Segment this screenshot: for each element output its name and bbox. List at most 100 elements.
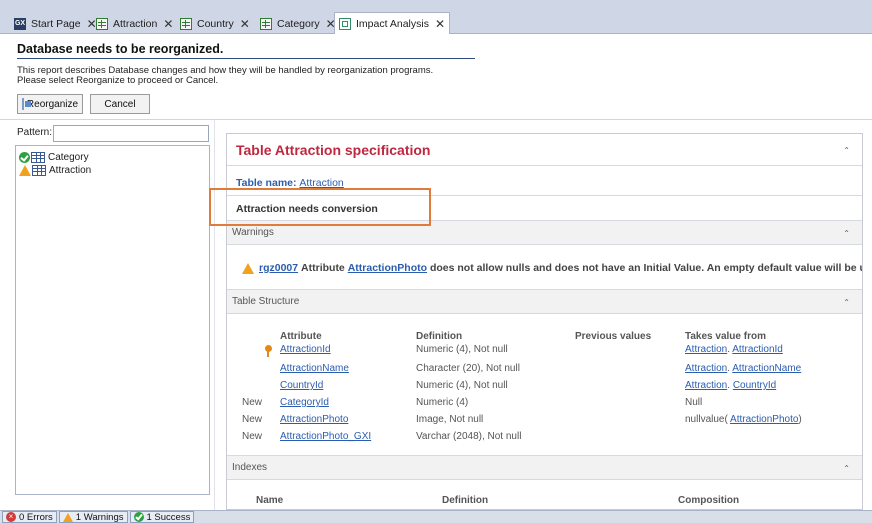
success-icon xyxy=(19,151,30,163)
column-header-previous-values: Previous values xyxy=(575,331,652,342)
definition-cell: Varchar (2048), Not null xyxy=(416,431,522,442)
transaction-grid-icon xyxy=(96,18,108,30)
attribute-link[interactable]: AttractionPhoto xyxy=(730,414,798,425)
success-count: 1 Success xyxy=(146,511,191,523)
tab-start-page[interactable]: GX Start Page ✕ xyxy=(10,14,101,34)
new-badge: New xyxy=(242,414,263,425)
warning-icon xyxy=(62,512,73,522)
column-header-name: Name xyxy=(256,495,284,506)
title-underline xyxy=(17,58,475,59)
tree-item-label: Attraction xyxy=(49,164,92,176)
takes-value-cell: Attraction. CountryId xyxy=(685,380,777,391)
collapse-icon[interactable]: ⌃ xyxy=(843,298,850,307)
indexes-section-header[interactable]: Indexes ⌃ xyxy=(227,455,862,480)
collapse-icon[interactable]: ⌃ xyxy=(843,146,850,155)
errors-filter[interactable]: × 0 Errors xyxy=(2,511,57,523)
takes-value-cell: Null xyxy=(685,397,703,408)
attribute-link[interactable]: CountryId xyxy=(733,380,776,391)
attribute-link[interactable]: AttractionId xyxy=(280,344,331,355)
cancel-button[interactable]: Cancel xyxy=(90,94,150,114)
warning-icon xyxy=(19,164,31,176)
attribute-link[interactable]: AttractionPhoto xyxy=(280,414,348,425)
impact-analysis-icon xyxy=(339,17,351,30)
collapse-icon[interactable]: ⌃ xyxy=(843,464,850,473)
collapse-icon[interactable]: ⌃ xyxy=(843,229,850,238)
error-icon: × xyxy=(6,512,16,522)
attribute-link[interactable]: AttractionPhoto_GXI xyxy=(280,431,371,442)
definition-cell: Character (20), Not null xyxy=(416,363,520,374)
table-link[interactable]: Attraction xyxy=(685,344,727,355)
button-label: Reorganize xyxy=(26,98,79,110)
attribute-link[interactable]: AttractionId xyxy=(732,344,783,355)
tab-label: Country xyxy=(197,18,234,30)
close-icon[interactable]: ✕ xyxy=(163,17,173,31)
button-label: Cancel xyxy=(104,98,136,110)
column-header-definition: Definition xyxy=(442,495,489,506)
spec-header: Table Attraction specification ⌃ xyxy=(227,134,862,166)
reorganize-button[interactable]: Reorganize xyxy=(17,94,83,114)
warnings-section-header[interactable]: Warnings ⌃ xyxy=(227,220,862,245)
column-header-takes-value-from: Takes value from xyxy=(685,331,766,342)
tab-label: Start Page xyxy=(31,18,81,30)
pattern-input[interactable] xyxy=(53,125,209,142)
table-structure-section-header[interactable]: Table Structure ⌃ xyxy=(227,289,862,314)
object-tree: Category Attraction xyxy=(15,145,210,495)
reorganize-icon xyxy=(21,98,31,110)
new-badge: New xyxy=(242,397,263,408)
tab-impact-analysis[interactable]: Impact Analysis ✕ xyxy=(334,12,451,34)
section-label: Indexes xyxy=(232,462,268,473)
table-link[interactable]: Attraction xyxy=(685,363,727,374)
conversion-note: Attraction needs conversion xyxy=(236,203,378,215)
tab-label: Impact Analysis xyxy=(356,17,429,30)
attribute-link[interactable]: AttractionName xyxy=(280,363,349,374)
table-link[interactable]: Attraction xyxy=(685,380,727,391)
tab-attraction[interactable]: Attraction ✕ xyxy=(92,14,177,34)
warnings-filter[interactable]: 1 Warnings xyxy=(58,511,128,523)
panel-splitter[interactable] xyxy=(214,120,215,510)
table-name-link[interactable]: Attraction xyxy=(299,177,343,189)
primary-key-icon xyxy=(265,345,272,357)
close-icon[interactable]: ✕ xyxy=(240,17,250,31)
definition-cell: Numeric (4), Not null xyxy=(416,380,508,391)
warning-message: rgz0007 Attribute AttractionPhoto does n… xyxy=(242,262,863,274)
tree-item-attraction[interactable]: Attraction xyxy=(19,164,91,176)
table-name-label: Table name: xyxy=(236,177,297,189)
function-text: nullvalue( xyxy=(685,414,728,425)
close-icon[interactable]: ✕ xyxy=(435,17,445,31)
section-label: Table Structure xyxy=(232,296,300,307)
spec-title: Table Attraction specification xyxy=(236,142,431,158)
warnings-count: 1 Warnings xyxy=(75,511,124,523)
attribute-link[interactable]: CategoryId xyxy=(280,397,329,408)
attribute-link[interactable]: CountryId xyxy=(280,380,323,391)
tree-item-category[interactable]: Category xyxy=(19,151,89,163)
success-filter[interactable]: 1 Success xyxy=(129,511,195,523)
tree-item-label: Category xyxy=(48,151,89,163)
new-badge: New xyxy=(242,431,263,442)
column-header-definition: Definition xyxy=(416,331,463,342)
table-icon xyxy=(32,164,46,176)
tab-label: Attraction xyxy=(113,18,158,30)
tab-category[interactable]: Category ✕ xyxy=(256,14,340,34)
transaction-grid-icon xyxy=(180,18,192,30)
divider xyxy=(0,119,872,120)
tab-country[interactable]: Country ✕ xyxy=(176,14,254,34)
takes-value-cell: Attraction. AttractionId xyxy=(685,344,783,355)
warning-text: Attribute xyxy=(301,262,345,274)
takes-value-cell: nullvalue( AttractionPhoto) xyxy=(685,414,802,425)
warning-code-link[interactable]: rgz0007 xyxy=(259,262,298,274)
attribute-link[interactable]: AttractionName xyxy=(732,363,801,374)
section-label: Warnings xyxy=(232,227,274,238)
divider xyxy=(227,195,862,196)
errors-count: 0 Errors xyxy=(19,511,53,523)
page-title: Database needs to be reorganized. xyxy=(17,42,224,56)
column-header-attribute: Attribute xyxy=(280,331,322,342)
warning-text: does not allow nulls and does not have a… xyxy=(429,262,863,274)
column-header-composition: Composition xyxy=(678,495,740,506)
gx-logo-icon: GX xyxy=(14,18,26,30)
page-description: This report describes Database changes a… xyxy=(17,66,433,86)
tab-label: Category xyxy=(277,18,320,30)
definition-cell: Image, Not null xyxy=(416,414,484,425)
success-icon xyxy=(133,512,144,522)
warning-attribute-link[interactable]: AttractionPhoto xyxy=(348,262,427,274)
document-tab-bar: GX Start Page ✕ Attraction ✕ Country ✕ C… xyxy=(0,0,872,34)
